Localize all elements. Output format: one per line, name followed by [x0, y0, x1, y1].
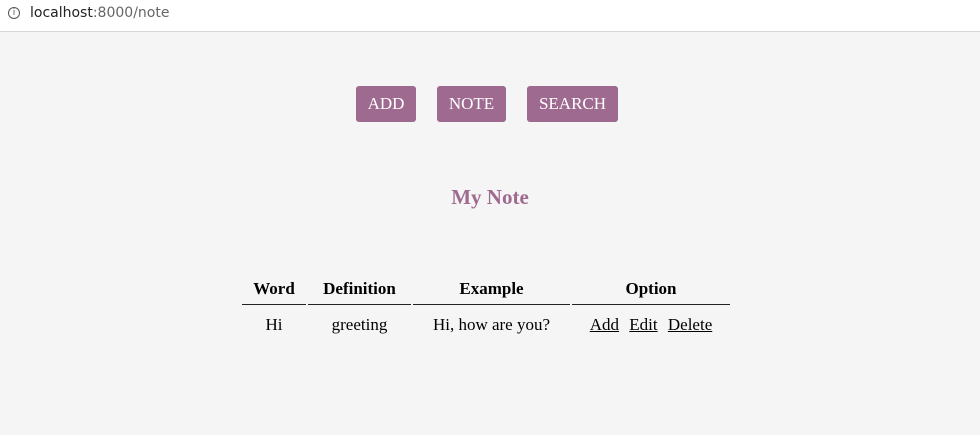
header-option: Option: [572, 274, 730, 305]
row-add-link[interactable]: Add: [590, 315, 619, 334]
page-title: My Note: [451, 185, 529, 209]
cell-options: Add Edit Delete: [572, 305, 730, 345]
nav-buttons: ADD NOTE SEARCH: [0, 86, 980, 122]
url-host: localhost: [30, 5, 93, 21]
add-button[interactable]: ADD: [356, 86, 416, 122]
row-delete-link[interactable]: Delete: [668, 315, 712, 334]
url-text[interactable]: localhost:8000/note: [30, 5, 169, 21]
header-definition: Definition: [308, 274, 411, 305]
table-header-row: Word Definition Example Option: [242, 274, 730, 305]
header-example: Example: [413, 274, 570, 305]
header-word: Word: [242, 274, 306, 305]
notes-table: Word Definition Example Option Hi greeti…: [240, 274, 732, 345]
row-edit-link[interactable]: Edit: [629, 315, 657, 334]
url-path: :8000/note: [92, 5, 170, 21]
browser-address-bar[interactable]: i localhost:8000/note: [0, 0, 980, 32]
table-row: Hi greeting Hi, how are you? Add Edit De…: [242, 305, 730, 345]
cell-definition: greeting: [331, 315, 388, 334]
cell-example: Hi, how are you?: [432, 315, 551, 334]
search-button[interactable]: SEARCH: [527, 86, 618, 122]
note-button[interactable]: NOTE: [437, 86, 506, 122]
cell-word: Hi: [265, 315, 283, 334]
info-circle-icon[interactable]: i: [8, 7, 20, 19]
